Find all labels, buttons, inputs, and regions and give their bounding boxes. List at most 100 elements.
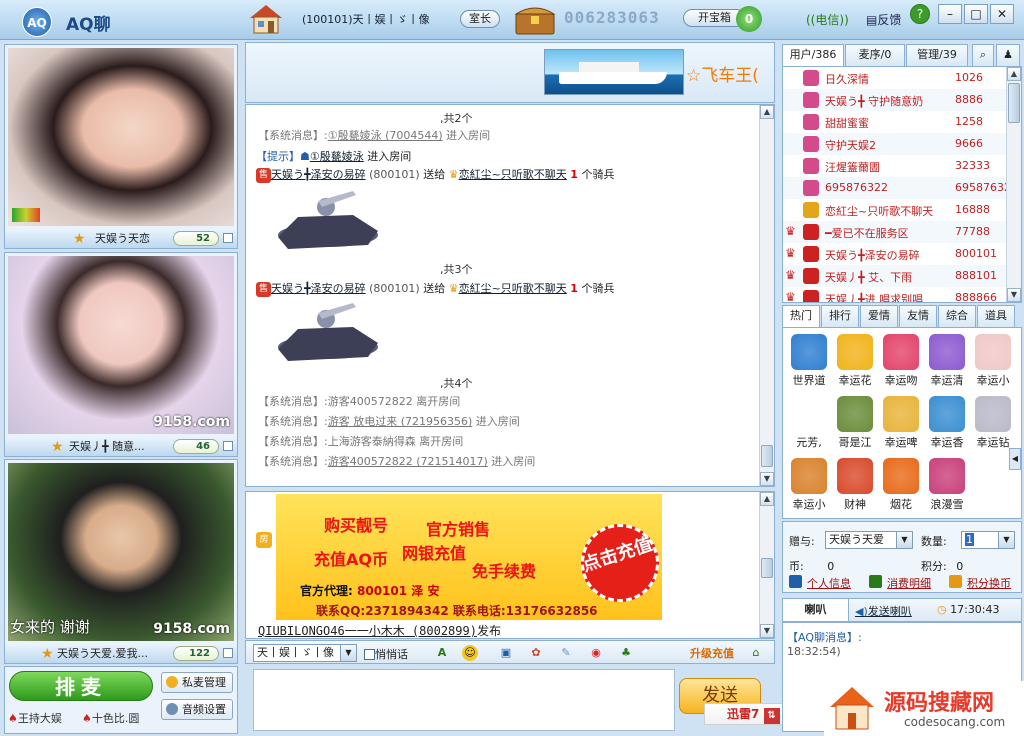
gift-icon[interactable]: ✿ xyxy=(528,645,544,661)
gift-item[interactable]: 幸运花 xyxy=(833,332,877,390)
maximize-icon[interactable]: □ xyxy=(964,4,988,24)
user-link[interactable]: 天娱う╋泽安の易碎 xyxy=(271,168,366,181)
gift-tab[interactable]: 排行 xyxy=(821,305,859,327)
help-icon[interactable]: ? xyxy=(910,4,930,24)
scroll-up-icon[interactable]: ▲ xyxy=(760,492,774,506)
font-style-icon[interactable]: A xyxy=(434,645,450,661)
recharge-stamp[interactable]: 点击充值 xyxy=(570,513,662,613)
user-link[interactable]: 游客 放电过来 (721956356) xyxy=(328,415,473,428)
host-1[interactable]: ♠王持大娱 xyxy=(8,710,62,726)
user-list[interactable]: 日久深情 1026 天娱う╋ 守护随意奶 8886 甜甜蜜蜜 1258 守护天娱2 9666 汪… xyxy=(782,66,1022,303)
tab-horn[interactable]: 喇叭 xyxy=(783,599,849,621)
gift-item[interactable]: 幸运钻 xyxy=(971,394,1015,452)
gift-item[interactable]: 幸运小 xyxy=(787,456,831,514)
gift-grid[interactable]: 世界道 幸运花 幸运吻 幸运清 幸运小 元芳, 哥是江 幸运啤 幸运香 幸运钻 幸运小 财神 烟花 浪漫雪 xyxy=(782,327,1022,519)
font-select[interactable]: 天丨娱丨ゞ丨像 ▼ xyxy=(253,644,357,662)
video-menu-icon[interactable] xyxy=(223,648,233,658)
home-icon[interactable] xyxy=(246,2,286,36)
tab-mic-queue[interactable]: 麦序/0 xyxy=(845,44,905,66)
video-user-name[interactable]: 天娱丿╋ 随意... xyxy=(69,437,145,456)
user-row[interactable]: ♛ ━爱已不在服务区 77788 xyxy=(783,221,1009,243)
video-panel-3[interactable]: 女来的 谢谢 9158.com ★ 天娱う天爱.爱我... 122 xyxy=(4,459,238,664)
user-row[interactable]: 日久深情 1026 xyxy=(783,67,1009,89)
user-row[interactable]: 甜甜蜜蜜 1258 xyxy=(783,111,1009,133)
video-panel-1[interactable]: ★ 天娱う天恋 52 xyxy=(4,44,238,249)
audio-settings-button[interactable]: 音频设置 xyxy=(161,699,233,720)
scroll-up-icon[interactable]: ▲ xyxy=(760,105,774,119)
user-link[interactable]: 游客400572822 (721514017) xyxy=(328,455,488,468)
gift-item[interactable]: 烟花 xyxy=(879,456,923,514)
scroll-down-icon[interactable]: ▼ xyxy=(760,624,774,638)
scroll-thumb[interactable] xyxy=(1008,83,1020,123)
minimize-icon[interactable]: – xyxy=(938,4,962,24)
tab-admins[interactable]: 管理/39 xyxy=(906,44,968,66)
gift-collapse-icon[interactable]: ◀ xyxy=(1009,448,1021,470)
whisper-checkbox[interactable]: 悄悄话 xyxy=(364,646,408,662)
close-icon[interactable]: ✕ xyxy=(990,4,1014,24)
gift-tab[interactable]: 热门 xyxy=(782,305,820,327)
user-row[interactable]: ♛ 天娱丿╋ 艾、下雨 888101 xyxy=(783,265,1009,287)
treasure-chest-icon[interactable] xyxy=(513,2,557,36)
user-row[interactable]: 天娱う╋ 守护随意奶 8886 xyxy=(783,89,1009,111)
gift-item[interactable]: 幸运啤 xyxy=(879,394,923,452)
recharge-ad[interactable]: 购买靓号 官方销售 充值AQ币 网银充值 免手续费 官方代理: 800101 泽… xyxy=(276,494,662,620)
queue-mic-button[interactable]: 排麦 xyxy=(9,671,153,701)
user-row[interactable]: 守护天娱2 9666 xyxy=(783,133,1009,155)
private-mic-button[interactable]: 私麦管理 xyxy=(161,672,233,693)
scroll-thumb[interactable] xyxy=(761,445,773,467)
scroll-down-icon[interactable]: ▼ xyxy=(1007,288,1021,302)
gift-item[interactable]: 财神 xyxy=(833,456,877,514)
scroll-up-icon[interactable]: ▲ xyxy=(1007,67,1021,81)
video-user-name[interactable]: 天娱う天爱.爱我... xyxy=(57,644,148,663)
user-link[interactable]: 天娱う╋泽安の易碎 xyxy=(271,282,366,295)
screenshot-icon[interactable]: ▣ xyxy=(498,645,514,661)
scroll-thumb[interactable] xyxy=(761,558,773,578)
tab-users[interactable]: 用户/386 xyxy=(782,44,844,66)
public-chat[interactable]: ,共2个 【系统消息】:①殷甆婈泳 (7004544) 进入房间 【提示】☗①殷… xyxy=(245,104,775,487)
upgrade-recharge-link[interactable]: 升级充值 xyxy=(690,645,734,661)
video-user-name[interactable]: 天娱う天恋 xyxy=(95,229,150,248)
gift-tab[interactable]: 道具 xyxy=(977,305,1015,327)
feedback-link[interactable]: ▤反馈 xyxy=(866,11,901,28)
message-input[interactable] xyxy=(253,669,675,731)
host-button[interactable]: 室长 xyxy=(460,10,500,28)
gift-item[interactable]: 幸运吻 xyxy=(879,332,923,390)
user-row[interactable]: 汪煋篕薾圕 32333 xyxy=(783,155,1009,177)
home-small-icon[interactable]: ⌂ xyxy=(748,645,764,661)
user-icon[interactable]: ♟ xyxy=(996,44,1020,66)
host-2[interactable]: ♠十色比.圆 xyxy=(82,710,139,726)
scroll-down-icon[interactable]: ▼ xyxy=(760,472,774,486)
exchange-link[interactable]: 积分换币 xyxy=(967,575,1011,591)
gift-item[interactable]: 元芳, xyxy=(787,394,831,452)
gift-item[interactable]: 幸运清 xyxy=(925,332,969,390)
alert-icon[interactable]: ◉ xyxy=(588,645,604,661)
profile-link[interactable]: 个人信息 xyxy=(807,575,851,591)
chat-scrollbar[interactable]: ▲ ▼ xyxy=(759,105,774,486)
give-to-select[interactable]: 天娱う天爱 ▼ xyxy=(825,531,913,549)
gift-item[interactable]: 幸运小 xyxy=(971,332,1015,390)
gift-item[interactable]: 幸运香 xyxy=(925,394,969,452)
gift-tab[interactable]: 友情 xyxy=(899,305,937,327)
video-menu-icon[interactable] xyxy=(223,441,233,451)
ad-scrollbar[interactable]: ▲ ▼ xyxy=(759,492,774,638)
send-horn-link[interactable]: ◀)发送喇叭 xyxy=(855,603,912,619)
user-row[interactable]: 695876322 69587632 xyxy=(783,177,1011,199)
user-list-scrollbar[interactable]: ▲ ▼ xyxy=(1006,67,1021,302)
user-row[interactable]: ♛ 天娱う╋泽安の易碎 800101 xyxy=(783,243,1009,265)
game-icon[interactable]: ♣ xyxy=(618,645,634,661)
ad-chat[interactable]: 购买靓号 官方销售 充值AQ币 网银充值 免手续费 官方代理: 800101 泽… xyxy=(245,491,775,639)
video-menu-icon[interactable] xyxy=(223,233,233,243)
search-icon[interactable]: ⌕ xyxy=(972,44,994,66)
gift-item[interactable]: 哥是江 xyxy=(833,394,877,452)
gift-item[interactable]: 世界道 xyxy=(787,332,831,390)
gift-item[interactable]: 浪漫雪 xyxy=(925,456,969,514)
footer-user[interactable]: QIUBILONGO46一一小木木 (8002899) xyxy=(258,624,477,638)
user-link[interactable]: ①殷甆婈泳 (7004544) xyxy=(328,129,443,142)
gift-tab[interactable]: 综合 xyxy=(938,305,976,327)
user-row[interactable]: ♛ 天娱丿╋进 唱求别唱 888866 xyxy=(783,287,1009,302)
settings-icon[interactable]: ✎ xyxy=(558,645,574,661)
user-link[interactable]: ①殷甆婈泳 xyxy=(310,150,364,163)
video-panel-2[interactable]: 9158.com ★ 天娱丿╋ 随意... 46 xyxy=(4,252,238,457)
quantity-select[interactable]: 1 ▼ xyxy=(961,531,1015,549)
gift-tab[interactable]: 爱情 xyxy=(860,305,898,327)
